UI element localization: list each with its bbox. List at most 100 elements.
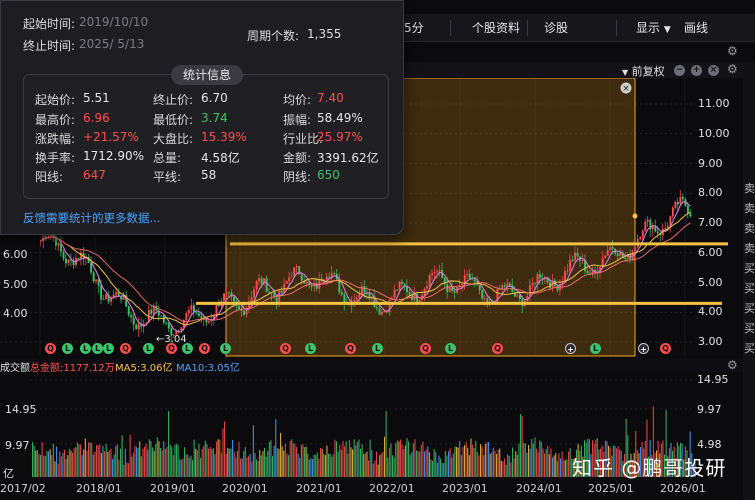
event-marker-icon[interactable]: L (62, 343, 73, 354)
event-marker-icon[interactable]: L (143, 343, 154, 354)
event-marker-icon[interactable]: Q (166, 343, 177, 354)
gear-icon[interactable]: ⚙ (727, 62, 738, 76)
display-button[interactable]: 显示 ▼ (636, 19, 671, 37)
gear-icon[interactable]: ⚙ (727, 44, 738, 58)
volume-bar (216, 441, 218, 477)
time-axis-label: 2019/01 (150, 482, 196, 495)
volume-bar (395, 443, 397, 477)
event-marker-icon[interactable]: Q (492, 343, 503, 354)
volume-bar (251, 461, 253, 477)
volume-bar (364, 453, 366, 477)
stat-label: 金额: (283, 151, 312, 165)
candle (433, 272, 436, 274)
volume-bar (81, 455, 83, 477)
candle (127, 306, 130, 315)
event-marker-icon[interactable]: L (372, 343, 383, 354)
candle (298, 266, 301, 275)
start-time-value[interactable]: 2019/10/10 (79, 15, 148, 29)
volume-bar (228, 448, 230, 477)
add-marker-icon[interactable]: + (638, 343, 649, 354)
event-marker-icon[interactable]: Q (120, 343, 131, 354)
candle (616, 253, 619, 256)
event-marker-icon[interactable]: L (103, 343, 114, 354)
candle (466, 273, 469, 276)
event-marker-icon[interactable]: L (220, 343, 231, 354)
volume-bar (430, 459, 432, 477)
volume-bar (172, 455, 174, 477)
volume-bar (441, 463, 443, 477)
volume-bar (264, 447, 266, 477)
adjust-dropdown[interactable]: ▼ 前复权 (622, 63, 665, 79)
candle (609, 247, 612, 251)
event-marker-icon[interactable]: L (590, 343, 601, 354)
volume-bar (380, 453, 382, 477)
candle (223, 293, 225, 301)
feedback-link[interactable]: 反馈需要统计的更多数据... (23, 210, 160, 226)
volume-bar (536, 448, 538, 477)
event-marker-icon[interactable]: Q (199, 343, 210, 354)
volume-bar (96, 445, 98, 477)
volume-bar (145, 443, 147, 477)
volume-bar (398, 441, 400, 477)
zoom-out-icon[interactable]: − (674, 65, 685, 76)
volume-bar (148, 439, 150, 477)
stats-title: 统计信息 (171, 65, 243, 85)
candle (65, 258, 67, 264)
volume-bar (139, 441, 141, 477)
volume-axis-label: 9.97 (697, 403, 722, 416)
volume-bar (156, 437, 158, 477)
volume-bar (208, 448, 210, 477)
volume-bar (464, 445, 466, 477)
order-book-label: 买 (744, 342, 755, 355)
candle (275, 297, 278, 302)
event-marker-icon[interactable]: L (182, 343, 193, 354)
event-marker-icon[interactable]: L (305, 343, 316, 354)
candle (225, 292, 228, 294)
volume-bar (126, 462, 128, 477)
candle (165, 322, 168, 324)
diagnose-button[interactable]: 诊股 (544, 19, 568, 37)
add-marker-icon[interactable]: + (565, 343, 576, 354)
volume-bar (416, 450, 418, 477)
volume-bar (89, 442, 91, 477)
candle (679, 196, 682, 205)
stock-info-button[interactable]: 个股资料 (472, 19, 520, 37)
stat-value: 6.96 (83, 111, 110, 125)
volume-bar (462, 447, 464, 477)
volume-bar (48, 451, 50, 477)
event-marker-icon[interactable]: Q (660, 343, 671, 354)
event-marker-icon[interactable]: Q (420, 343, 431, 354)
volume-axis-label: 9.97 (5, 439, 30, 452)
candle (100, 285, 103, 300)
volume-bar (457, 447, 459, 477)
gear-icon[interactable]: ⚙ (727, 358, 738, 372)
stat-label: 涨跌幅: (35, 132, 76, 146)
volume-bar (356, 441, 358, 477)
volume-bar (41, 442, 43, 477)
event-marker-icon[interactable]: L (445, 343, 456, 354)
zoom-in-icon[interactable]: + (691, 65, 702, 76)
event-marker-icon[interactable]: L (92, 343, 103, 354)
stat-value: 647 (83, 168, 106, 182)
candle (285, 281, 288, 284)
event-marker-icon[interactable]: L (80, 343, 91, 354)
candle (651, 226, 654, 230)
volume-bar (59, 451, 61, 477)
toolbar-divider (527, 20, 528, 36)
volume-bar (217, 439, 219, 477)
draw-line-button[interactable]: 画线 (684, 19, 708, 37)
volume-bar (97, 445, 99, 477)
end-time-value[interactable]: 2025/ 5/13 (79, 37, 144, 51)
period-button[interactable]: 5分 (404, 19, 424, 37)
volume-bar (476, 451, 478, 477)
volume-bar (544, 453, 546, 477)
time-axis-label: 2023/01 (442, 482, 488, 495)
volume-bar (289, 441, 291, 477)
close-icon[interactable]: × (708, 65, 719, 76)
event-marker-icon[interactable]: Q (45, 343, 56, 354)
volume-bar (486, 442, 488, 477)
event-marker-icon[interactable]: Q (345, 343, 356, 354)
volume-bar (182, 458, 184, 477)
volume-bar (473, 448, 475, 477)
event-marker-icon[interactable]: Q (280, 343, 291, 354)
